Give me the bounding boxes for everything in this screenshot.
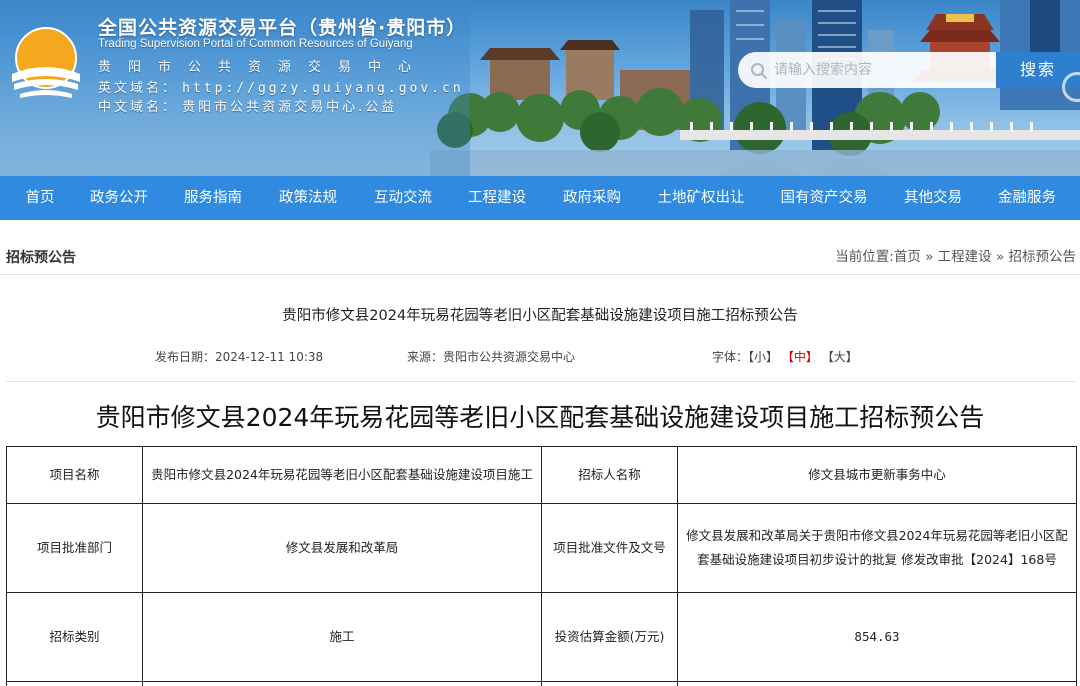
table-cell-label: 项目名称 <box>6 446 143 504</box>
font-size-medium-button[interactable]: 【中】 <box>782 350 818 364</box>
table-cell-empty <box>142 681 542 686</box>
table-cell-label: 项目批准文件及文号 <box>541 503 678 593</box>
nav-item-other-trading[interactable]: 其他交易 <box>904 176 962 220</box>
table-cell-label: 招标人名称 <box>541 446 678 504</box>
table-row <box>6 681 1077 686</box>
table-cell-value: 贵阳市修文县2024年玩易花园等老旧小区配套基础设施建设项目施工 <box>142 446 542 504</box>
nav-item-home[interactable]: 首页 <box>26 176 55 220</box>
project-info-table: 项目名称 贵阳市修文县2024年玩易花园等老旧小区配套基础设施建设项目施工 招标… <box>6 446 1077 686</box>
search-icon <box>751 63 767 79</box>
nav-item-procurement[interactable]: 政府采购 <box>563 176 621 220</box>
table-cell-label: 投资估算金额(万元) <box>541 592 678 682</box>
table-cell-value: 修文县发展和改革局关于贵阳市修文县2024年玩易花园等老旧小区配套基础设施建设项… <box>677 503 1077 593</box>
center-name: 贵阳市公共资源交易中心 <box>98 60 429 75</box>
site-subtitle-en: Trading Supervision Portal of Common Res… <box>98 38 413 50</box>
table-cell-value: 修文县发展和改革局 <box>142 503 542 593</box>
nav-item-service-guide[interactable]: 服务指南 <box>184 176 242 220</box>
table-cell-empty <box>677 681 1077 686</box>
table-cell-empty <box>541 681 678 686</box>
table-cell-value: 854.63 <box>677 592 1077 682</box>
domain-en-row: 英文域名： http://ggzy.guiyang.gov.cn <box>98 77 464 96</box>
header-banner: 全国公共资源交易平台（贵州省·贵阳市） Trading Supervision … <box>0 0 1080 176</box>
nav-item-state-assets[interactable]: 国有资产交易 <box>781 176 868 220</box>
domain-cn-label: 中文域名： <box>98 100 179 115</box>
publish-date: 发布日期：2024-12-11 10:38 <box>155 350 324 364</box>
table-cell-label: 项目批准部门 <box>6 503 143 593</box>
font-size-small-button[interactable]: 【小】 <box>748 350 778 364</box>
article-heading: 贵阳市修文县2024年玩易花园等老旧小区配套基础设施建设项目施工招标预公告 <box>95 403 985 432</box>
nav-item-policy[interactable]: 政策法规 <box>279 176 337 220</box>
nav-item-engineering[interactable]: 工程建设 <box>468 176 526 220</box>
site-title: 全国公共资源交易平台（贵州省·贵阳市） <box>98 17 467 39</box>
search-input[interactable] <box>738 52 996 88</box>
font-size-controls: 字体：【小】 【中】 【大】 <box>712 348 858 365</box>
section-title: 招标预公告 <box>6 250 76 266</box>
nav-item-finance[interactable]: 金融服务 <box>998 176 1056 220</box>
table-row: 招标类别 施工 投资估算金额(万元) 854.63 <box>6 592 1077 682</box>
article-title: 贵阳市修文县2024年玩易花园等老旧小区配套基础设施建设项目施工招标预公告 <box>282 308 798 324</box>
domain-cn-row: 中文域名： 贵阳市公共资源交易中心.公益 <box>98 96 397 115</box>
main-nav: 首页 政务公开 服务指南 政策法规 互动交流 工程建设 政府采购 土地矿权出让 … <box>0 176 1080 220</box>
table-cell-label: 招标类别 <box>6 592 143 682</box>
nav-item-interaction[interactable]: 互动交流 <box>374 176 432 220</box>
table-cell-value: 修文县城市更新事务中心 <box>677 446 1077 504</box>
table-row: 项目批准部门 修文县发展和改革局 项目批准文件及文号 修文县发展和改革局关于贵阳… <box>6 503 1077 593</box>
breadcrumb[interactable]: 当前位置:首页 » 工程建设 » 招标预公告 <box>835 245 1076 265</box>
font-size-label: 字体： <box>712 350 749 364</box>
table-cell-empty <box>6 681 143 686</box>
domain-cn-value[interactable]: 贵阳市公共资源交易中心.公益 <box>182 100 397 115</box>
meta-divider <box>6 381 1076 382</box>
table-row: 项目名称 贵阳市修文县2024年玩易花园等老旧小区配套基础设施建设项目施工 招标… <box>6 446 1077 504</box>
nav-item-land-mining[interactable]: 土地矿权出让 <box>658 176 745 220</box>
nav-item-gov-affairs[interactable]: 政务公开 <box>90 176 148 220</box>
location-bar: 招标预公告 当前位置:首页 » 工程建设 » 招标预公告 <box>0 235 1080 275</box>
domain-en-value[interactable]: http://ggzy.guiyang.gov.cn <box>182 81 464 96</box>
font-size-large-button[interactable]: 【大】 <box>822 350 858 364</box>
domain-en-label: 英文域名： <box>98 81 179 96</box>
table-cell-value: 施工 <box>142 592 542 682</box>
article-source: 来源：贵阳市公共资源交易中心 <box>407 350 576 364</box>
site-logo-icon <box>12 27 80 98</box>
